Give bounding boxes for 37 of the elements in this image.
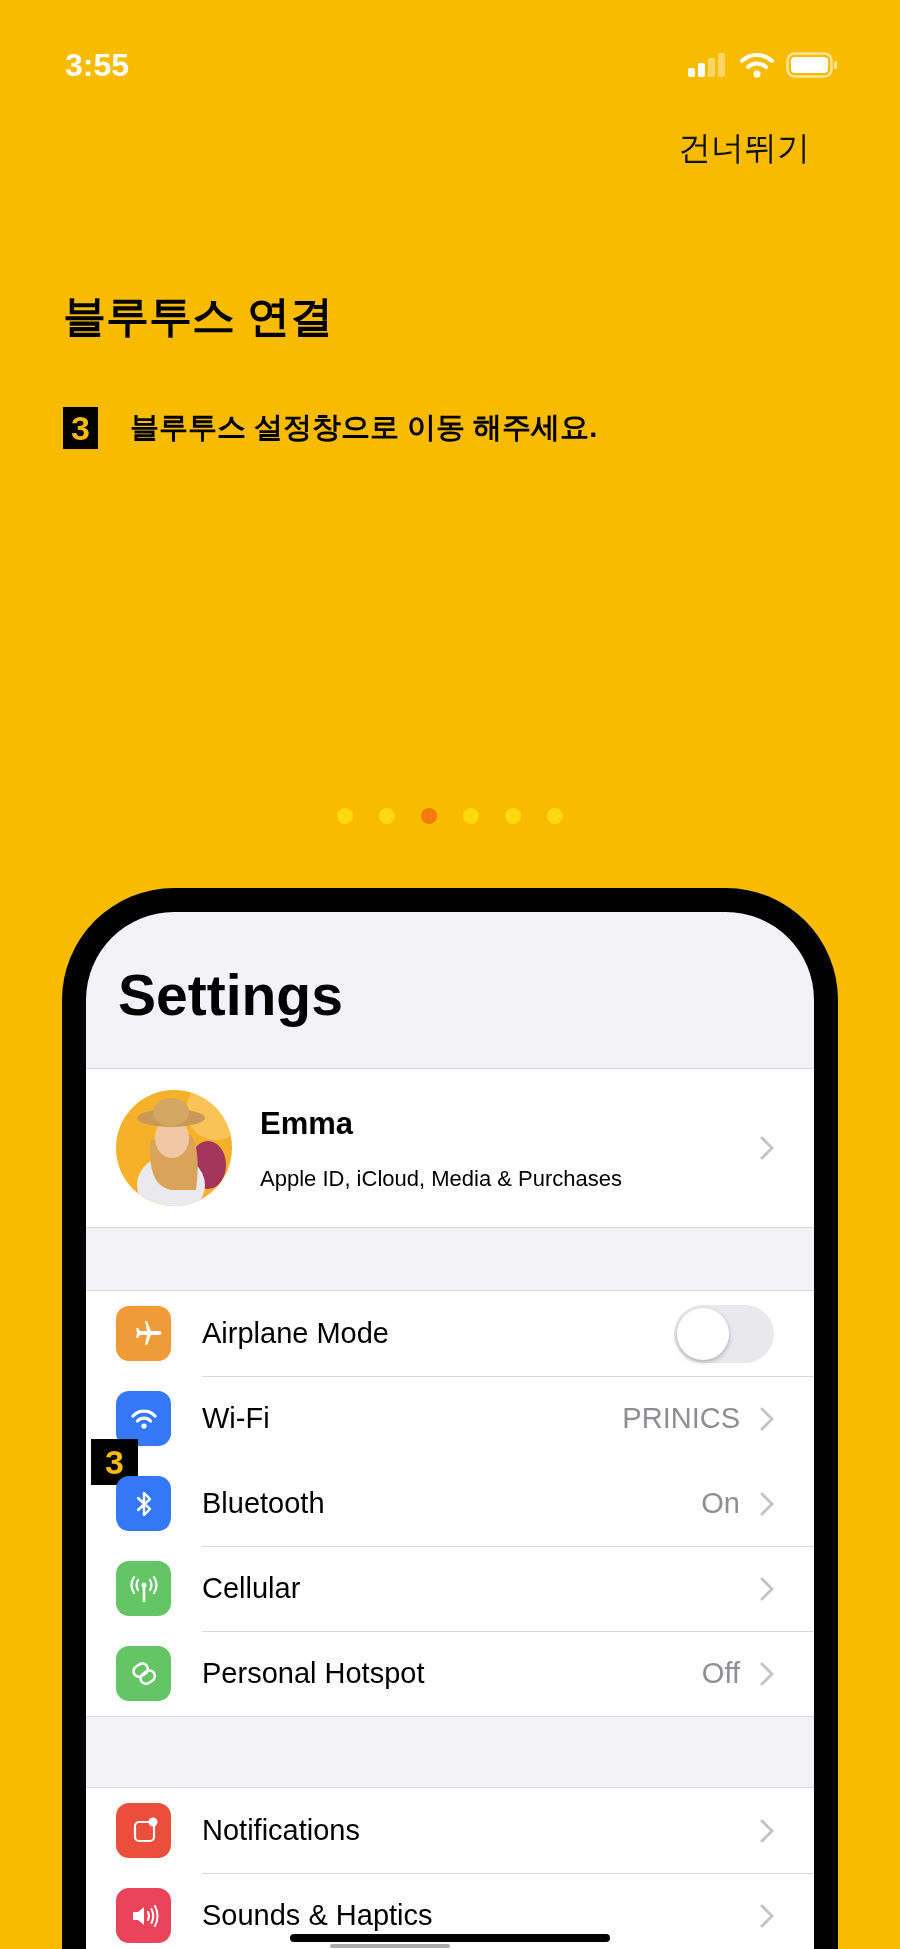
- chevron-icon: [760, 1818, 774, 1843]
- chevron-icon: [760, 1904, 774, 1928]
- row-label: Notifications: [202, 1812, 361, 1848]
- row-label: Personal Hotspot: [202, 1656, 426, 1692]
- chevron-icon: [760, 1662, 774, 1686]
- status-time: 3:55: [65, 46, 130, 85]
- step-number: 3: [63, 406, 98, 449]
- page-title: 블루투스 연결: [63, 291, 334, 342]
- profile-name: Emma: [260, 1105, 355, 1144]
- battery-icon: [786, 52, 838, 78]
- page-dot[interactable]: [337, 807, 353, 824]
- settings-title: Settings: [117, 962, 344, 1029]
- row-value: On: [701, 1485, 740, 1521]
- row-value: PRINICS: [622, 1401, 740, 1437]
- chevron-icon: [760, 1407, 774, 1431]
- step-marker: 3: [91, 1439, 138, 1485]
- chevron-icon: [760, 1577, 774, 1601]
- row-label: Sounds & Haptics: [202, 1898, 434, 1934]
- signal-icon: [688, 53, 728, 77]
- page-dot[interactable]: [421, 807, 437, 824]
- page-dot[interactable]: [547, 807, 563, 824]
- chevron-icon: [760, 1136, 774, 1160]
- step-instruction: 블루투스 설정창으로 이동 해주세요.: [130, 410, 598, 445]
- wifi-icon: [740, 52, 774, 78]
- profile-subtitle: Apple ID, iCloud, Media & Purchases: [260, 1164, 623, 1193]
- page-dot[interactable]: [463, 807, 479, 824]
- page-dot[interactable]: [379, 807, 395, 824]
- row-label: Cellular: [202, 1571, 302, 1607]
- page-dot[interactable]: [505, 807, 521, 824]
- toggle-switch[interactable]: [674, 1304, 774, 1363]
- profile-row[interactable]: Emma Apple ID, iCloud, Media & Purchases: [86, 1068, 814, 1228]
- row-value: Off: [701, 1656, 740, 1692]
- row-label: Wi-Fi: [202, 1401, 271, 1437]
- skip-button[interactable]: 건너뛰기: [678, 118, 810, 178]
- row-label: Airplane Mode: [202, 1315, 390, 1351]
- row-label: Bluetooth: [202, 1485, 326, 1521]
- chevron-icon: [760, 1491, 774, 1516]
